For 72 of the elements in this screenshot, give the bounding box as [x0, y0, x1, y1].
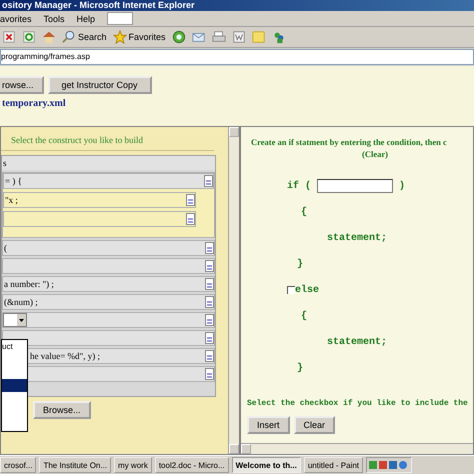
construct-select[interactable] [3, 313, 27, 327]
menu-item[interactable]: Help [76, 14, 96, 24]
code-line: = ) { [4, 176, 23, 186]
code-line: a number: ") ; [3, 279, 55, 289]
note-icon[interactable] [205, 296, 214, 308]
note-icon[interactable] [205, 332, 214, 344]
note-icon[interactable] [205, 368, 214, 380]
vertical-scrollbar[interactable] [228, 127, 239, 454]
caret-icon [19, 318, 24, 322]
code-text: } [297, 362, 304, 374]
note-icon[interactable] [204, 175, 213, 187]
instructor-copy-button[interactable]: get Instructor Copy [48, 76, 152, 94]
stop-icon[interactable] [2, 30, 16, 44]
taskbar-button[interactable]: my work [114, 457, 152, 473]
taskbar-button[interactable]: untitled - Paint [304, 457, 363, 473]
menu-item[interactable]: Tools [44, 14, 65, 24]
menu-item[interactable]: avorites [0, 14, 32, 24]
code-text: else [295, 284, 320, 296]
code-text: if ( [287, 180, 312, 192]
code-line: ( [3, 243, 8, 253]
code-text: ) [399, 180, 406, 192]
mail-icon[interactable] [192, 30, 206, 44]
search-button[interactable]: Search [62, 30, 107, 44]
taskbar-button[interactable]: crosof... [0, 457, 36, 473]
code-line: "x ; [4, 195, 19, 205]
else-checkbox[interactable] [287, 286, 295, 294]
clear-link[interactable]: (Clear) [326, 149, 388, 159]
favorites-button[interactable]: Favorites [112, 30, 166, 44]
messenger-icon[interactable] [272, 30, 286, 44]
note-icon[interactable] [205, 278, 214, 290]
horizontal-scrollbar[interactable] [241, 443, 473, 454]
code-line-row[interactable]: a number: ") ; [2, 276, 215, 292]
note-icon[interactable] [205, 242, 214, 254]
printer-icon[interactable] [212, 30, 226, 44]
star-icon [112, 30, 127, 44]
note-icon[interactable] [205, 314, 214, 326]
code-line: (&num) ; [3, 297, 39, 307]
code-line: he value= %d", y) ; [29, 351, 101, 361]
code-line-row[interactable]: = ) { [3, 173, 214, 189]
instruction-text: Create an if statment by entering the condition, then c [250, 137, 448, 147]
file-name: temporary.xml [1, 98, 67, 109]
note-icon[interactable] [205, 350, 214, 362]
code-text: statement; [327, 232, 388, 244]
condition-field[interactable] [317, 179, 394, 193]
browse-button[interactable]: Browse... [33, 401, 91, 419]
note-icon[interactable] [186, 213, 195, 225]
taskbar-button[interactable]: The Institute On... [39, 457, 112, 473]
insert-button[interactable]: Insert [247, 416, 290, 434]
code-line-row[interactable]: (&num) ; [2, 294, 215, 310]
media-icon[interactable] [172, 30, 186, 44]
window-title: ository Manager - Microsoft Internet Explorer [0, 0, 474, 11]
code-line-row[interactable]: "x ; [3, 192, 196, 208]
code-text: { [301, 206, 308, 218]
taskbar-button[interactable]: tool2.doc - Micro... [154, 457, 229, 473]
address-field[interactable]: programming/frames.asp [0, 49, 474, 65]
construct-header: s [2, 156, 215, 170]
construct-heading: Select the construct you like to build [1, 131, 214, 151]
code-line-row[interactable]: ( [2, 240, 215, 256]
note-icon[interactable] [186, 194, 195, 206]
clear-button[interactable]: Clear [294, 416, 336, 434]
system-tray [366, 457, 412, 473]
taskbar-button[interactable]: Welcome to th... [232, 457, 301, 473]
refresh-icon[interactable] [22, 30, 36, 44]
note-icon[interactable] [205, 260, 214, 272]
code-text: { [301, 310, 308, 322]
word-icon[interactable] [232, 30, 246, 44]
search-icon [62, 30, 76, 44]
checkbox-note: Select the checkbox if you like to include the [246, 398, 469, 408]
code-text: } [297, 258, 304, 270]
home-icon[interactable] [42, 30, 56, 44]
browse-button[interactable]: rowse... [0, 76, 44, 94]
code-text: statement; [327, 336, 388, 348]
